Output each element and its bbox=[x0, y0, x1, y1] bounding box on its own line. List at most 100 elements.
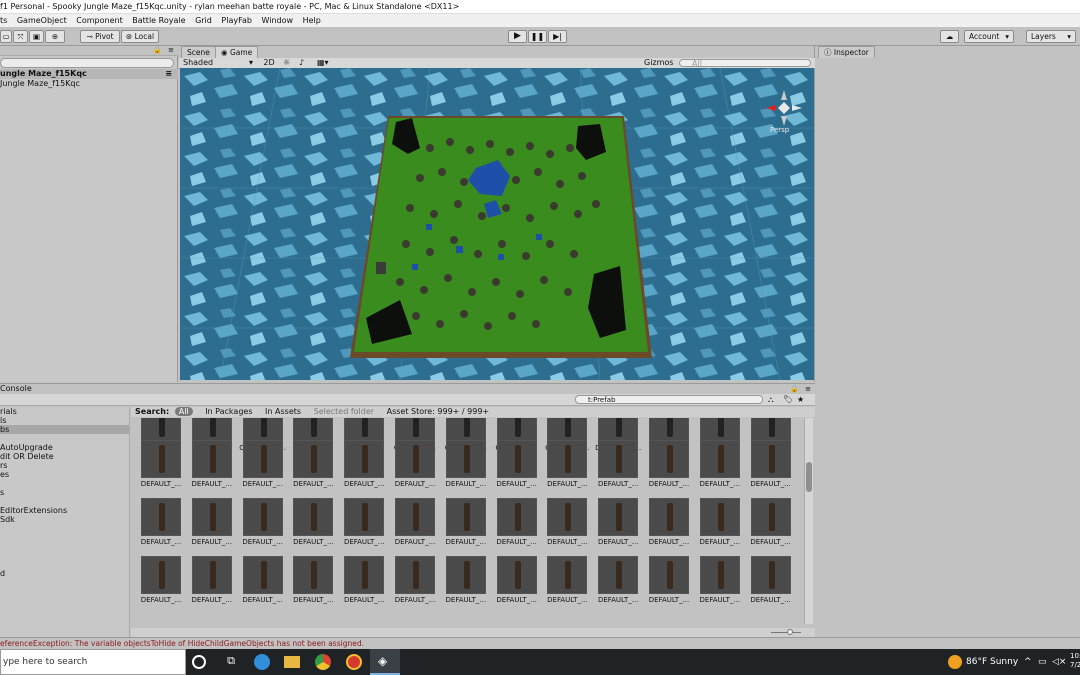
hierarchy-item[interactable]: Jungle Maze_f15Kqc bbox=[0, 79, 80, 89]
effects-dropdown-icon[interactable]: ▦▾ bbox=[317, 58, 335, 68]
filter-all-button[interactable]: All bbox=[174, 407, 193, 416]
step-button[interactable]: ▶| bbox=[548, 30, 567, 43]
folder-item[interactable] bbox=[0, 560, 129, 569]
file-explorer-icon[interactable] bbox=[284, 656, 300, 668]
folder-item[interactable] bbox=[0, 497, 129, 506]
folder-item[interactable]: rs bbox=[0, 461, 129, 470]
menu-item-window[interactable]: Window bbox=[261, 16, 293, 25]
cortana-icon[interactable] bbox=[192, 655, 206, 669]
folder-item[interactable]: Sdk bbox=[0, 515, 129, 524]
local-toggle-button[interactable]: ⊛ Local bbox=[121, 30, 159, 43]
scene-header[interactable]: ungle Maze_f15Kqc ≡ bbox=[0, 69, 178, 79]
folder-item[interactable]: EditorExtensions bbox=[0, 506, 129, 515]
asset-tile[interactable]: DEFAULT_... bbox=[289, 498, 337, 554]
audio-toggle-icon[interactable]: ♪ bbox=[299, 58, 311, 68]
asset-tile[interactable]: DEFAULT_... bbox=[645, 498, 693, 554]
asset-tile[interactable]: DEFAULT_... bbox=[442, 556, 490, 612]
shading-mode-dropdown[interactable]: Shaded ▾ bbox=[183, 58, 255, 68]
folder-item[interactable]: AutoUpgrade bbox=[0, 443, 129, 452]
asset-tile[interactable]: DEFAULT_... bbox=[645, 556, 693, 612]
asset-tile[interactable]: DEFAULT_... bbox=[594, 440, 642, 496]
asset-tile[interactable]: DEFAULT_... bbox=[442, 498, 490, 554]
asset-tile[interactable]: DEFAULT_... bbox=[239, 440, 287, 496]
unity-taskbar-button[interactable]: ◈ bbox=[370, 649, 400, 675]
scene-viewport[interactable]: Persp bbox=[180, 68, 814, 380]
asset-tile[interactable]: DEFAULT_... bbox=[442, 440, 490, 496]
tab-console[interactable]: Console bbox=[0, 384, 32, 393]
favorite-star-icon[interactable]: ★ bbox=[797, 395, 809, 404]
asset-tile[interactable]: DEFAULT_... bbox=[493, 556, 541, 612]
asset-tile[interactable]: DEFAULT_... bbox=[645, 440, 693, 496]
asset-tile[interactable]: DEFAULT_... bbox=[391, 440, 439, 496]
asset-tile[interactable]: DEFAULT_... bbox=[391, 498, 439, 554]
menu-item-grid[interactable]: Grid bbox=[195, 16, 212, 25]
asset-tile[interactable]: DEFAULT_... bbox=[747, 440, 795, 496]
folder-item[interactable]: es bbox=[0, 470, 129, 479]
asset-tile[interactable]: DEFAULT_... bbox=[289, 556, 337, 612]
menu-item-assets[interactable]: ts bbox=[0, 16, 7, 25]
slider-handle[interactable] bbox=[787, 629, 793, 635]
asset-tile[interactable]: DEFAULT_... bbox=[543, 556, 591, 612]
scene-menu-icon[interactable]: ≡ bbox=[165, 69, 172, 79]
folder-item[interactable]: ls bbox=[0, 416, 129, 425]
asset-tile[interactable]: DEFAULT_... bbox=[188, 498, 236, 554]
filter-label-icon[interactable]: 🏷 bbox=[783, 395, 795, 404]
asset-tile[interactable]: DEFAULT_... bbox=[747, 556, 795, 612]
asset-tile[interactable]: DEFAULT_... bbox=[137, 440, 185, 496]
menu-item-playfab[interactable]: PlayFab bbox=[221, 16, 252, 25]
lock-icon[interactable]: 🔒 bbox=[790, 384, 799, 394]
folder-item[interactable]: rials bbox=[0, 407, 129, 416]
menu-item-gameobject[interactable]: GameObject bbox=[17, 16, 67, 25]
asset-tile[interactable]: DEFAULT_... bbox=[188, 556, 236, 612]
folder-item[interactable] bbox=[0, 479, 129, 488]
asset-tile[interactable]: DEFAULT_... bbox=[696, 556, 744, 612]
filter-in-assets-button[interactable]: In Assets bbox=[265, 407, 301, 416]
folder-item[interactable]: dit OR Delete bbox=[0, 452, 129, 461]
account-dropdown[interactable]: Account ▾ bbox=[964, 30, 1014, 43]
tab-inspector[interactable]: ⓘ Inspector bbox=[818, 46, 875, 58]
taskbar-clock[interactable]: 10: 7/2 bbox=[1070, 652, 1080, 670]
folder-item[interactable]: d bbox=[0, 569, 129, 578]
pause-button[interactable]: ❚❚ bbox=[528, 30, 547, 43]
folder-item[interactable] bbox=[0, 542, 129, 551]
folder-item-selected[interactable]: bs bbox=[0, 425, 129, 434]
console-status-bar[interactable]: eferenceException: The variable objectsT… bbox=[0, 637, 1080, 649]
transform-tool-icon[interactable]: ⊕ bbox=[45, 30, 65, 43]
folder-item[interactable]: s bbox=[0, 488, 129, 497]
scene-search-input[interactable]: All bbox=[679, 59, 811, 68]
projection-label[interactable]: Persp bbox=[770, 126, 789, 134]
rect-tool-icon[interactable]: ▭ bbox=[0, 30, 12, 43]
asset-tile[interactable]: DEFAULT_... bbox=[188, 440, 236, 496]
asset-tile[interactable]: DEFAULT_... bbox=[340, 556, 388, 612]
asset-tile[interactable]: DEFAULT_... bbox=[289, 440, 337, 496]
filter-type-icon[interactable]: ⛬ bbox=[768, 395, 780, 404]
project-search-input[interactable]: t:Prefab bbox=[575, 395, 763, 404]
pivot-toggle-button[interactable]: ⊸ Pivot bbox=[80, 30, 120, 43]
rect-transform-tool-icon[interactable]: ▣ bbox=[29, 30, 44, 43]
asset-tile[interactable]: DEFAULT_... bbox=[340, 498, 388, 554]
menu-item-battle-royale[interactable]: Battle Royale bbox=[132, 16, 185, 25]
chrome-icon[interactable] bbox=[315, 654, 331, 670]
tab-scene[interactable]: Scene bbox=[181, 46, 216, 58]
asset-tile[interactable]: DEFAULT_... bbox=[747, 498, 795, 554]
asset-tile[interactable]: DEFAULT_... bbox=[137, 556, 185, 612]
hierarchy-search-input[interactable] bbox=[0, 58, 174, 68]
edge-icon[interactable] bbox=[254, 654, 270, 670]
filter-selected-folder-button[interactable]: Selected folder bbox=[314, 407, 374, 416]
asset-tile[interactable]: DEFAULT_... bbox=[493, 440, 541, 496]
asset-tile[interactable]: DEFAULT_... bbox=[594, 556, 642, 612]
volume-muted-icon[interactable]: ◁× bbox=[1052, 649, 1066, 675]
menu-item-help[interactable]: Help bbox=[303, 16, 321, 25]
collab-cloud-button[interactable]: ☁ bbox=[940, 30, 959, 43]
scene-orientation-gizmo[interactable] bbox=[762, 86, 806, 130]
folder-item[interactable] bbox=[0, 551, 129, 560]
chrome-profile-icon[interactable] bbox=[346, 654, 362, 670]
filter-in-packages-button[interactable]: In Packages bbox=[205, 407, 252, 416]
scale-tool-icon[interactable]: ⤧ bbox=[13, 30, 28, 43]
asset-tile[interactable]: DEFAULT_... bbox=[493, 498, 541, 554]
task-view-icon[interactable]: ⧉ bbox=[224, 654, 238, 668]
asset-tile[interactable]: DEFAULT_... bbox=[239, 556, 287, 612]
tray-chevron-icon[interactable]: ^ bbox=[1024, 649, 1032, 675]
play-button[interactable]: ▶ bbox=[508, 30, 527, 43]
menu-item-component[interactable]: Component bbox=[76, 16, 122, 25]
